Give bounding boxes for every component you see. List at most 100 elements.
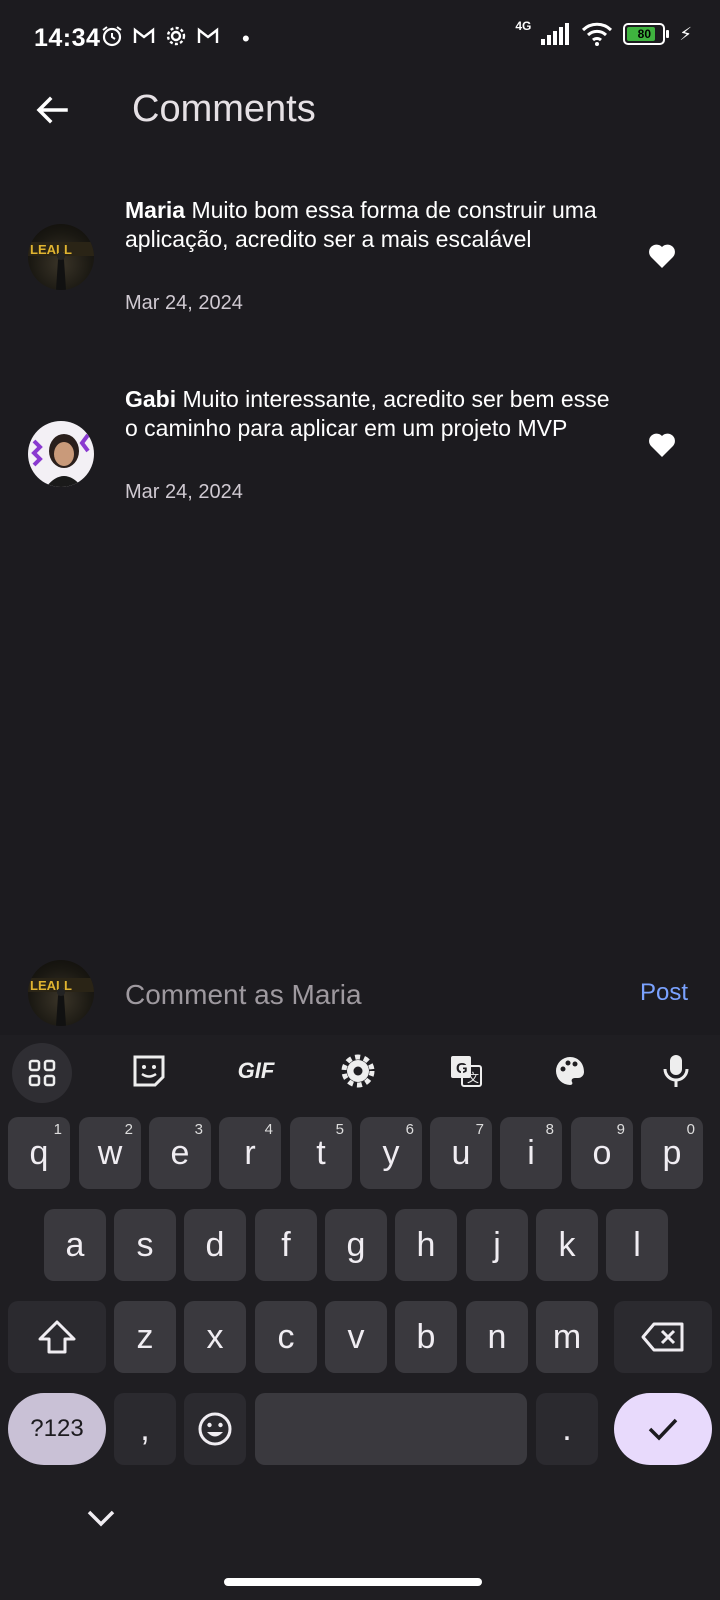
key-label: l (633, 1225, 641, 1264)
gmail-icon (197, 27, 219, 43)
key-hint: 2 (124, 1121, 133, 1138)
key-label: d (205, 1225, 225, 1264)
key-b[interactable]: b (395, 1301, 457, 1373)
translate-icon[interactable]: G文 (444, 1049, 488, 1093)
avatar[interactable]: LEALL (28, 224, 94, 290)
key-label: p (662, 1133, 682, 1172)
svg-text:LEALL: LEALL (30, 978, 72, 993)
key-y[interactable]: 6y (360, 1117, 422, 1189)
keyboard-settings-icon[interactable] (336, 1049, 380, 1093)
key-label: n (487, 1317, 507, 1356)
back-arrow-icon[interactable] (32, 90, 72, 130)
comment-text: Maria Muito bom essa forma de construir … (125, 196, 625, 254)
comment-author: Maria (125, 197, 186, 223)
key-a[interactable]: a (44, 1209, 106, 1281)
key-label: w (97, 1133, 123, 1172)
battery-icon: 80 (623, 23, 670, 45)
key-label: t (316, 1133, 326, 1172)
hide-keyboard-chevron-icon[interactable] (86, 1508, 116, 1528)
key-p[interactable]: 0p (641, 1117, 703, 1189)
post-button[interactable]: Post (640, 979, 688, 1007)
key-label: c (277, 1317, 295, 1356)
svg-text:LEALL: LEALL (30, 242, 72, 257)
comment-author: Gabi (125, 386, 177, 412)
key-j[interactable]: j (466, 1209, 528, 1281)
shift-key[interactable] (8, 1301, 106, 1373)
comment-text: Gabi Muito interessante, acredito ser be… (125, 385, 625, 443)
sticker-icon[interactable] (127, 1049, 171, 1093)
key-k[interactable]: k (536, 1209, 598, 1281)
key-hint: 9 (616, 1121, 625, 1138)
key-v[interactable]: v (325, 1301, 387, 1373)
shift-icon (38, 1320, 76, 1354)
key-t[interactable]: 5t (290, 1117, 352, 1189)
apps-grid-icon[interactable] (12, 1043, 72, 1103)
key-label: g (346, 1225, 366, 1264)
key-hint: 1 (53, 1121, 62, 1138)
microphone-icon[interactable] (654, 1049, 698, 1093)
key-hint: 8 (545, 1121, 554, 1138)
key-hint: 4 (264, 1121, 273, 1138)
backspace-icon (641, 1322, 684, 1352)
key-label: z (136, 1317, 154, 1356)
key-label: a (65, 1225, 85, 1264)
spacebar[interactable] (255, 1393, 527, 1465)
symbols-key[interactable]: ?123 (8, 1393, 106, 1465)
battery-level: 80 (637, 27, 652, 41)
key-label: u (451, 1133, 471, 1172)
status-time: 14:34 (34, 24, 101, 52)
key-label: b (416, 1317, 436, 1356)
key-e[interactable]: 3e (149, 1117, 211, 1189)
key-label: r (244, 1133, 256, 1172)
comment-date: Mar 24, 2024 (125, 481, 243, 503)
key-label: y (382, 1133, 400, 1172)
key-hint: 0 (686, 1121, 695, 1138)
key-label: h (416, 1225, 436, 1264)
comment-compose-bar: LEALL Comment as Maria Post (0, 955, 720, 1035)
key-hint: 3 (194, 1121, 203, 1138)
checkmark-icon (648, 1418, 678, 1441)
key-d[interactable]: d (184, 1209, 246, 1281)
period-key[interactable]: . (536, 1393, 598, 1465)
gif-button[interactable]: GIF (226, 1049, 286, 1093)
comment-body: Muito bom essa forma de construir uma ap… (125, 197, 597, 252)
key-z[interactable]: z (114, 1301, 176, 1373)
key-q[interactable]: 1q (8, 1117, 70, 1189)
wifi-icon (582, 22, 613, 46)
key-o[interactable]: 9o (571, 1117, 633, 1189)
enter-key[interactable] (614, 1393, 712, 1465)
key-label: s (136, 1225, 154, 1264)
key-h[interactable]: h (395, 1209, 457, 1281)
key-s[interactable]: s (114, 1209, 176, 1281)
emoji-icon (198, 1412, 232, 1446)
keyboard-toolbar: GIF G文 (0, 1035, 720, 1107)
key-m[interactable]: m (536, 1301, 598, 1373)
emoji-key[interactable] (184, 1393, 246, 1465)
key-g[interactable]: g (325, 1209, 387, 1281)
system-icons: 4G 80 ⚡ (515, 19, 692, 46)
key-x[interactable]: x (184, 1301, 246, 1373)
key-r[interactable]: 4r (219, 1117, 281, 1189)
like-heart-icon[interactable] (648, 432, 676, 458)
key-l[interactable]: l (606, 1209, 668, 1281)
theme-palette-icon[interactable] (548, 1049, 592, 1093)
comment-input[interactable]: Comment as Maria (125, 979, 362, 1011)
key-label: f (281, 1225, 291, 1264)
key-label: m (552, 1317, 582, 1356)
key-c[interactable]: c (255, 1301, 317, 1373)
settings-icon (166, 26, 186, 46)
avatar[interactable] (28, 421, 94, 487)
key-u[interactable]: 7u (430, 1117, 492, 1189)
key-w[interactable]: 2w (79, 1117, 141, 1189)
key-label: i (527, 1133, 535, 1172)
comma-key[interactable]: , (114, 1393, 176, 1465)
key-f[interactable]: f (255, 1209, 317, 1281)
alarm-icon (102, 26, 122, 47)
key-i[interactable]: 8i (500, 1117, 562, 1189)
network-type: 4G (515, 19, 532, 33)
home-indicator[interactable] (224, 1578, 482, 1586)
key-hint: 5 (335, 1121, 344, 1138)
key-n[interactable]: n (466, 1301, 528, 1373)
backspace-key[interactable] (614, 1301, 712, 1373)
like-heart-icon[interactable] (648, 243, 676, 269)
